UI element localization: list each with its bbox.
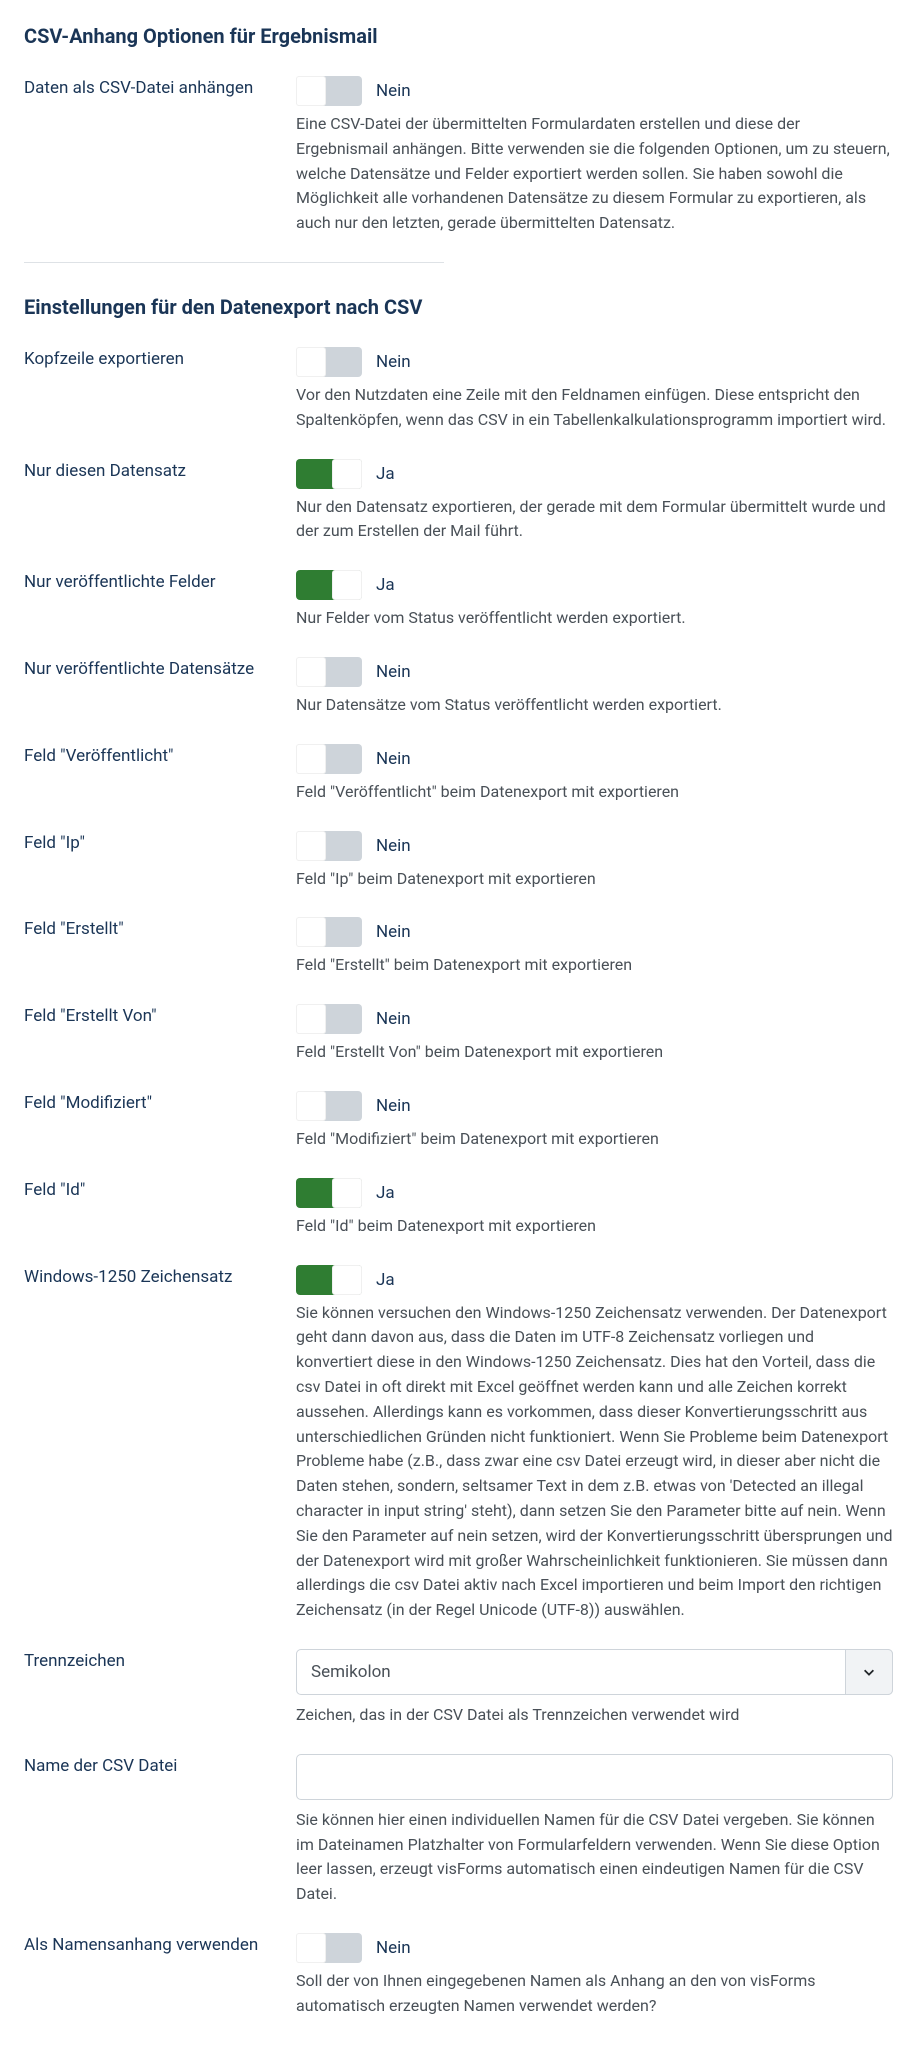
nur-veroeffentlichte-felder-toggle[interactable] [296, 570, 362, 600]
section-divider [24, 262, 444, 263]
field-feld-erstellt: Feld "Erstellt" Nein Feld "Erstellt" beim … [24, 917, 893, 978]
daten-als-csv-datei-anhaengen-toggle[interactable] [296, 76, 362, 106]
field-nur-veroeffentlichte-felder: Nur veröffentlichte Felder Ja Nur Felder v… [24, 570, 893, 631]
field-feld-ip: Feld "Ip" Nein Feld "Ip" beim Datenexport … [24, 831, 893, 892]
separator-label: Trennzeichen [24, 1649, 296, 1671]
kopfzeile-exportieren-toggle[interactable] [296, 347, 362, 377]
field-feld-id: Feld "Id" Ja Feld "Id" beim Datenexport mi… [24, 1178, 893, 1239]
feld-erstellt-toggle[interactable] [296, 917, 362, 947]
feld-modifiziert-toggle-state: Nein [376, 1096, 411, 1116]
field-feld-modifiziert: Feld "Modifiziert" Nein Feld "Modifiziert"… [24, 1091, 893, 1152]
nur-diesen-datensatz-toggle[interactable] [296, 459, 362, 489]
feld-id-toggle[interactable] [296, 1178, 362, 1208]
nur-veroeffentlichte-datensaetze-toggle-state: Nein [376, 662, 411, 682]
feld-erstellt-help: Feld "Erstellt" beim Datenexport mit exp… [296, 953, 893, 978]
feld-ip-toggle-state: Nein [376, 836, 411, 856]
separator-select[interactable]: Semikolon [296, 1649, 893, 1695]
nur-veroeffentlichte-datensaetze-help: Nur Datensätze vom Status veröffentlicht… [296, 693, 893, 718]
name-suffix-toggle[interactable] [296, 1933, 362, 1963]
nur-diesen-datensatz-toggle-state: Ja [376, 464, 395, 484]
nur-veroeffentlichte-felder-toggle-state: Ja [376, 575, 395, 595]
field-nur-diesen-datensatz: Nur diesen Datensatz Ja Nur den Datensatz … [24, 459, 893, 545]
feld-id-label: Feld "Id" [24, 1178, 296, 1200]
field-daten-als-csv-datei-anhaengen: Daten als CSV-Datei anhängen Nein Eine CSV… [24, 76, 893, 236]
feld-ip-label: Feld "Ip" [24, 831, 296, 853]
feld-ip-toggle[interactable] [296, 831, 362, 861]
section-csv-attachment-title: CSV-Anhang Optionen für Ergebnismail [24, 24, 893, 48]
csv-filename-input[interactable] [296, 1754, 893, 1800]
nur-veroeffentlichte-felder-help: Nur Felder vom Status veröffentlicht wer… [296, 606, 893, 631]
field-windows-1250-zeichensatz: Windows-1250 Zeichensatz Ja Sie können ver… [24, 1265, 893, 1623]
kopfzeile-exportieren-help: Vor den Nutzdaten eine Zeile mit den Fel… [296, 383, 893, 433]
feld-id-help: Feld "Id" beim Datenexport mit exportier… [296, 1214, 893, 1239]
csv-filename-label: Name der CSV Datei [24, 1754, 296, 1776]
feld-erstellt-von-toggle[interactable] [296, 1004, 362, 1034]
nur-veroeffentlichte-datensaetze-toggle[interactable] [296, 657, 362, 687]
section-csv-export-title: Einstellungen für den Datenexport nach C… [24, 295, 893, 319]
feld-erstellt-von-help: Feld "Erstellt Von" beim Datenexport mit… [296, 1040, 893, 1065]
separator-select-value: Semikolon [311, 1662, 391, 1682]
feld-id-toggle-state: Ja [376, 1183, 395, 1203]
separator-help: Zeichen, das in der CSV Datei als Trennz… [296, 1703, 893, 1728]
name-suffix-help: Soll der von Ihnen eingegebenen Namen al… [296, 1969, 893, 2019]
kopfzeile-exportieren-toggle-state: Nein [376, 352, 411, 372]
daten-als-csv-datei-anhaengen-label: Daten als CSV-Datei anhängen [24, 76, 296, 98]
daten-als-csv-datei-anhaengen-toggle-state: Nein [376, 81, 411, 101]
field-feld-veroeffentlicht: Feld "Veröffentlicht" Nein Feld "Veröffent… [24, 744, 893, 805]
feld-modifiziert-help: Feld "Modifiziert" beim Datenexport mit … [296, 1127, 893, 1152]
csv-filename-help: Sie können hier einen individuellen Name… [296, 1808, 893, 1907]
field-separator: Trennzeichen Semikolon Zeichen, das in d… [24, 1649, 893, 1728]
windows-1250-zeichensatz-label: Windows-1250 Zeichensatz [24, 1265, 296, 1287]
feld-modifiziert-toggle[interactable] [296, 1091, 362, 1121]
windows-1250-zeichensatz-toggle[interactable] [296, 1265, 362, 1295]
windows-1250-zeichensatz-toggle-state: Ja [376, 1270, 395, 1290]
nur-diesen-datensatz-label: Nur diesen Datensatz [24, 459, 296, 481]
name-suffix-toggle-state: Nein [376, 1938, 411, 1958]
feld-erstellt-von-toggle-state: Nein [376, 1009, 411, 1029]
daten-als-csv-datei-anhaengen-help: Eine CSV-Datei der übermittelten Formula… [296, 112, 893, 236]
feld-erstellt-toggle-state: Nein [376, 922, 411, 942]
nur-diesen-datensatz-help: Nur den Datensatz exportieren, der gerad… [296, 495, 893, 545]
feld-veroeffentlicht-label: Feld "Veröffentlicht" [24, 744, 296, 766]
kopfzeile-exportieren-label: Kopfzeile exportieren [24, 347, 296, 369]
nur-veroeffentlichte-datensaetze-label: Nur veröffentlichte Datensätze [24, 657, 296, 679]
feld-veroeffentlicht-toggle[interactable] [296, 744, 362, 774]
field-name-suffix: Als Namensanhang verwenden Nein Soll der… [24, 1933, 893, 2019]
field-feld-erstellt-von: Feld "Erstellt Von" Nein Feld "Erstellt Vo… [24, 1004, 893, 1065]
nur-veroeffentlichte-felder-label: Nur veröffentlichte Felder [24, 570, 296, 592]
name-suffix-label: Als Namensanhang verwenden [24, 1933, 296, 1955]
feld-veroeffentlicht-help: Feld "Veröffentlicht" beim Datenexport m… [296, 780, 893, 805]
field-kopfzeile-exportieren: Kopfzeile exportieren Nein Vor den Nutzdat… [24, 347, 893, 433]
field-csv-filename: Name der CSV Datei Sie können hier einen… [24, 1754, 893, 1907]
field-nur-veroeffentlichte-datensaetze: Nur veröffentlichte Datensätze Nein Nur Da… [24, 657, 893, 718]
feld-modifiziert-label: Feld "Modifiziert" [24, 1091, 296, 1113]
feld-erstellt-label: Feld "Erstellt" [24, 917, 296, 939]
feld-ip-help: Feld "Ip" beim Datenexport mit exportier… [296, 867, 893, 892]
feld-erstellt-von-label: Feld "Erstellt Von" [24, 1004, 296, 1026]
feld-veroeffentlicht-toggle-state: Nein [376, 749, 411, 769]
windows-1250-zeichensatz-help: Sie können versuchen den Windows-1250 Ze… [296, 1301, 893, 1623]
